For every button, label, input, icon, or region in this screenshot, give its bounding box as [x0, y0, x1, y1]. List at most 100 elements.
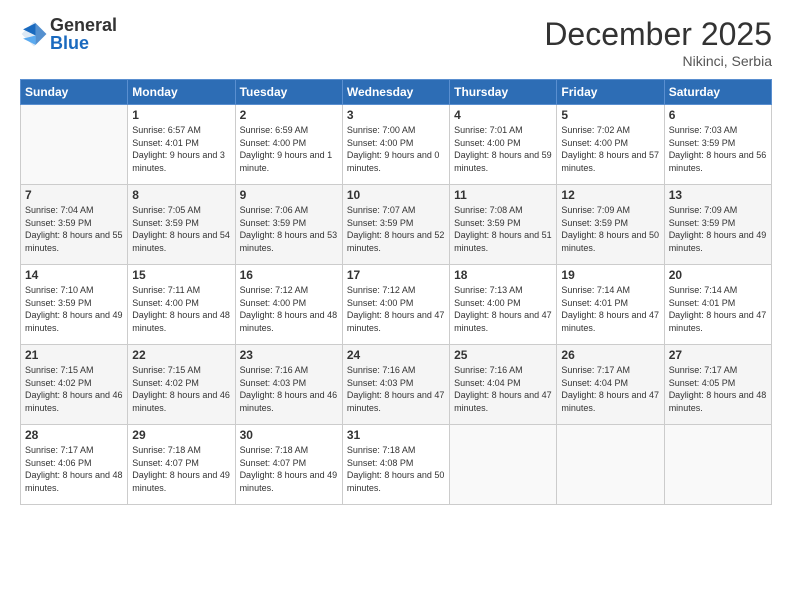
- day-number: 10: [347, 188, 445, 202]
- day-cell: 22 Sunrise: 7:15 AMSunset: 4:02 PMDaylig…: [128, 345, 235, 425]
- day-number: 17: [347, 268, 445, 282]
- title-area: December 2025 Nikinci, Serbia: [544, 16, 772, 69]
- day-cell: 4 Sunrise: 7:01 AMSunset: 4:00 PMDayligh…: [450, 105, 557, 185]
- day-cell: 5 Sunrise: 7:02 AMSunset: 4:00 PMDayligh…: [557, 105, 664, 185]
- day-info: Sunrise: 7:17 AMSunset: 4:04 PMDaylight:…: [561, 364, 659, 414]
- day-cell: 29 Sunrise: 7:18 AMSunset: 4:07 PMDaylig…: [128, 425, 235, 505]
- day-cell: 31 Sunrise: 7:18 AMSunset: 4:08 PMDaylig…: [342, 425, 449, 505]
- col-saturday: Saturday: [664, 80, 771, 105]
- day-cell: 3 Sunrise: 7:00 AMSunset: 4:00 PMDayligh…: [342, 105, 449, 185]
- day-info: Sunrise: 7:00 AMSunset: 4:00 PMDaylight:…: [347, 124, 445, 174]
- day-cell: 12 Sunrise: 7:09 AMSunset: 3:59 PMDaylig…: [557, 185, 664, 265]
- day-cell: 1 Sunrise: 6:57 AMSunset: 4:01 PMDayligh…: [128, 105, 235, 185]
- day-info: Sunrise: 7:07 AMSunset: 3:59 PMDaylight:…: [347, 204, 445, 254]
- col-wednesday: Wednesday: [342, 80, 449, 105]
- day-cell: 23 Sunrise: 7:16 AMSunset: 4:03 PMDaylig…: [235, 345, 342, 425]
- day-number: 19: [561, 268, 659, 282]
- day-number: 31: [347, 428, 445, 442]
- day-info: Sunrise: 7:01 AMSunset: 4:00 PMDaylight:…: [454, 124, 552, 174]
- day-info: Sunrise: 6:59 AMSunset: 4:00 PMDaylight:…: [240, 124, 338, 174]
- day-info: Sunrise: 7:09 AMSunset: 3:59 PMDaylight:…: [669, 204, 767, 254]
- day-info: Sunrise: 7:18 AMSunset: 4:07 PMDaylight:…: [132, 444, 230, 494]
- header-row: Sunday Monday Tuesday Wednesday Thursday…: [21, 80, 772, 105]
- day-cell: 6 Sunrise: 7:03 AMSunset: 3:59 PMDayligh…: [664, 105, 771, 185]
- day-number: 30: [240, 428, 338, 442]
- day-cell: 19 Sunrise: 7:14 AMSunset: 4:01 PMDaylig…: [557, 265, 664, 345]
- day-number: 29: [132, 428, 230, 442]
- day-number: 14: [25, 268, 123, 282]
- day-cell: [557, 425, 664, 505]
- day-cell: 2 Sunrise: 6:59 AMSunset: 4:00 PMDayligh…: [235, 105, 342, 185]
- day-number: 16: [240, 268, 338, 282]
- day-number: 4: [454, 108, 552, 122]
- day-info: Sunrise: 7:12 AMSunset: 4:00 PMDaylight:…: [240, 284, 338, 334]
- day-info: Sunrise: 7:03 AMSunset: 3:59 PMDaylight:…: [669, 124, 767, 174]
- col-tuesday: Tuesday: [235, 80, 342, 105]
- day-number: 18: [454, 268, 552, 282]
- day-cell: 24 Sunrise: 7:16 AMSunset: 4:03 PMDaylig…: [342, 345, 449, 425]
- week-row-5: 28 Sunrise: 7:17 AMSunset: 4:06 PMDaylig…: [21, 425, 772, 505]
- day-info: Sunrise: 7:05 AMSunset: 3:59 PMDaylight:…: [132, 204, 230, 254]
- day-number: 20: [669, 268, 767, 282]
- day-number: 11: [454, 188, 552, 202]
- day-number: 23: [240, 348, 338, 362]
- day-number: 28: [25, 428, 123, 442]
- logo: General Blue: [20, 16, 117, 52]
- day-cell: 18 Sunrise: 7:13 AMSunset: 4:00 PMDaylig…: [450, 265, 557, 345]
- day-number: 24: [347, 348, 445, 362]
- day-number: 8: [132, 188, 230, 202]
- day-cell: [664, 425, 771, 505]
- day-info: Sunrise: 7:16 AMSunset: 4:03 PMDaylight:…: [347, 364, 445, 414]
- day-number: 3: [347, 108, 445, 122]
- day-number: 5: [561, 108, 659, 122]
- day-cell: 14 Sunrise: 7:10 AMSunset: 3:59 PMDaylig…: [21, 265, 128, 345]
- col-monday: Monday: [128, 80, 235, 105]
- day-number: 1: [132, 108, 230, 122]
- day-cell: [21, 105, 128, 185]
- day-info: Sunrise: 7:16 AMSunset: 4:03 PMDaylight:…: [240, 364, 338, 414]
- day-number: 6: [669, 108, 767, 122]
- day-cell: 20 Sunrise: 7:14 AMSunset: 4:01 PMDaylig…: [664, 265, 771, 345]
- location: Nikinci, Serbia: [544, 53, 772, 69]
- day-cell: 9 Sunrise: 7:06 AMSunset: 3:59 PMDayligh…: [235, 185, 342, 265]
- day-info: Sunrise: 7:12 AMSunset: 4:00 PMDaylight:…: [347, 284, 445, 334]
- logo-text: General Blue: [50, 16, 117, 52]
- day-info: Sunrise: 7:16 AMSunset: 4:04 PMDaylight:…: [454, 364, 552, 414]
- week-row-2: 7 Sunrise: 7:04 AMSunset: 3:59 PMDayligh…: [21, 185, 772, 265]
- day-number: 26: [561, 348, 659, 362]
- logo-icon: [20, 20, 48, 48]
- day-number: 7: [25, 188, 123, 202]
- day-cell: 27 Sunrise: 7:17 AMSunset: 4:05 PMDaylig…: [664, 345, 771, 425]
- month-title: December 2025: [544, 16, 772, 53]
- day-cell: 30 Sunrise: 7:18 AMSunset: 4:07 PMDaylig…: [235, 425, 342, 505]
- day-cell: 15 Sunrise: 7:11 AMSunset: 4:00 PMDaylig…: [128, 265, 235, 345]
- day-number: 22: [132, 348, 230, 362]
- day-info: Sunrise: 6:57 AMSunset: 4:01 PMDaylight:…: [132, 124, 230, 174]
- day-number: 25: [454, 348, 552, 362]
- day-number: 9: [240, 188, 338, 202]
- day-info: Sunrise: 7:08 AMSunset: 3:59 PMDaylight:…: [454, 204, 552, 254]
- logo-blue: Blue: [50, 33, 89, 53]
- logo-general: General: [50, 15, 117, 35]
- day-number: 2: [240, 108, 338, 122]
- day-cell: 7 Sunrise: 7:04 AMSunset: 3:59 PMDayligh…: [21, 185, 128, 265]
- day-info: Sunrise: 7:04 AMSunset: 3:59 PMDaylight:…: [25, 204, 123, 254]
- day-info: Sunrise: 7:15 AMSunset: 4:02 PMDaylight:…: [25, 364, 123, 414]
- day-info: Sunrise: 7:10 AMSunset: 3:59 PMDaylight:…: [25, 284, 123, 334]
- day-number: 15: [132, 268, 230, 282]
- day-number: 21: [25, 348, 123, 362]
- page: General Blue December 2025 Nikinci, Serb…: [0, 0, 792, 612]
- day-info: Sunrise: 7:14 AMSunset: 4:01 PMDaylight:…: [561, 284, 659, 334]
- day-number: 12: [561, 188, 659, 202]
- week-row-1: 1 Sunrise: 6:57 AMSunset: 4:01 PMDayligh…: [21, 105, 772, 185]
- day-info: Sunrise: 7:02 AMSunset: 4:00 PMDaylight:…: [561, 124, 659, 174]
- header: General Blue December 2025 Nikinci, Serb…: [20, 16, 772, 69]
- day-cell: 16 Sunrise: 7:12 AMSunset: 4:00 PMDaylig…: [235, 265, 342, 345]
- col-thursday: Thursday: [450, 80, 557, 105]
- day-cell: 28 Sunrise: 7:17 AMSunset: 4:06 PMDaylig…: [21, 425, 128, 505]
- day-info: Sunrise: 7:06 AMSunset: 3:59 PMDaylight:…: [240, 204, 338, 254]
- day-info: Sunrise: 7:15 AMSunset: 4:02 PMDaylight:…: [132, 364, 230, 414]
- day-cell: 8 Sunrise: 7:05 AMSunset: 3:59 PMDayligh…: [128, 185, 235, 265]
- col-friday: Friday: [557, 80, 664, 105]
- day-cell: 13 Sunrise: 7:09 AMSunset: 3:59 PMDaylig…: [664, 185, 771, 265]
